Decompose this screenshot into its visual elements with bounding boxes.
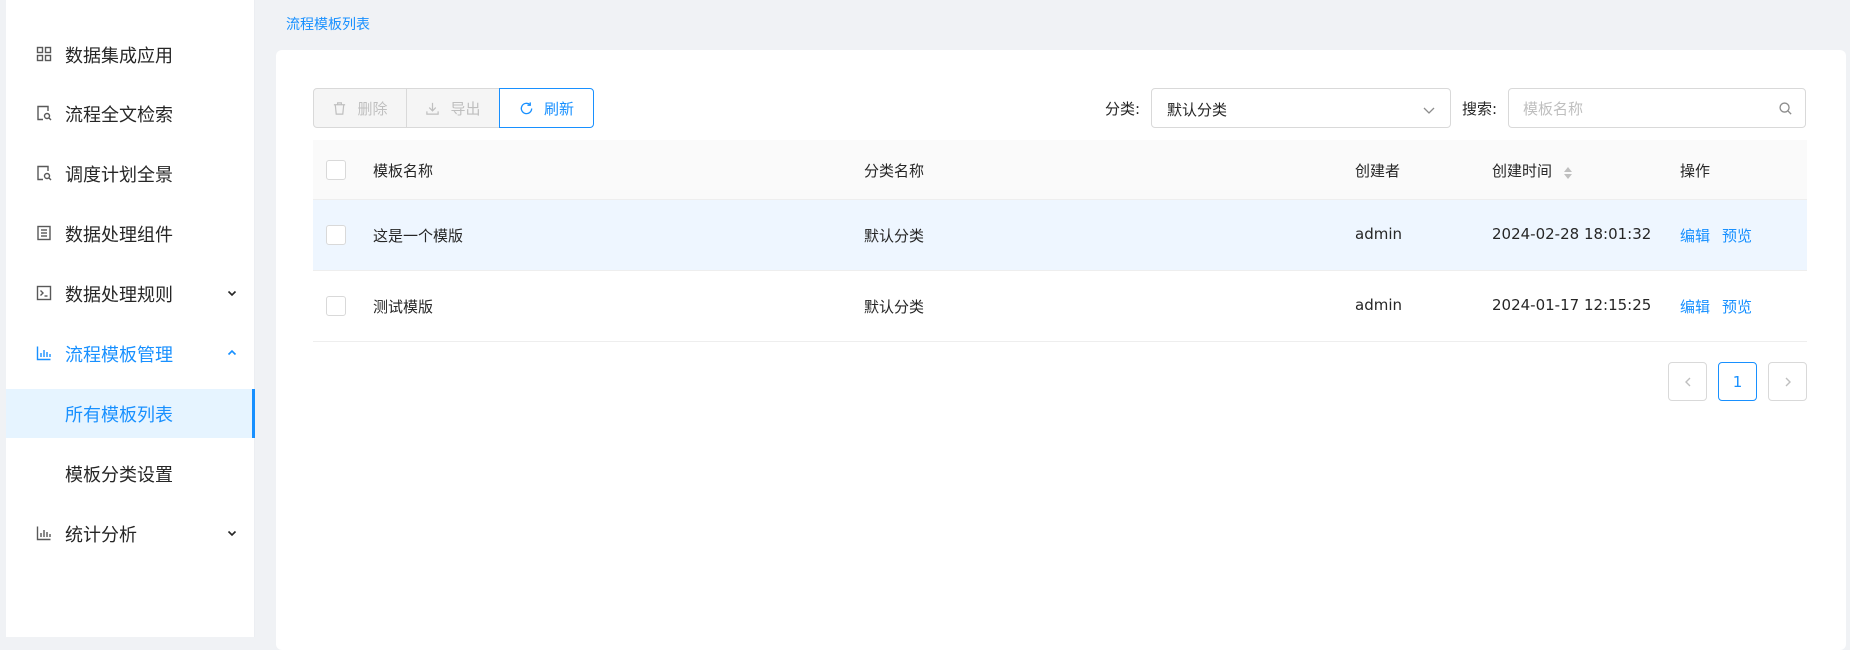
row-checkbox[interactable] [326, 296, 346, 316]
search-icon[interactable] [1778, 101, 1793, 116]
sidebar-item-label: 流程全文检索 [65, 104, 173, 126]
cell-creator: admin [1355, 296, 1402, 314]
edit-link[interactable]: 编辑 [1680, 296, 1710, 317]
delete-button[interactable]: 删除 [313, 88, 407, 128]
bar-chart-icon [36, 346, 51, 361]
sidebar: 数据集成应用 流程全文检索 调度计划全景 数据处理组件 数据处理规则 流程模板管… [0, 0, 255, 637]
download-icon [426, 102, 440, 115]
sidebar-item-schedule-overview[interactable]: 调度计划全景 [6, 149, 254, 198]
sidebar-item-processing-rules[interactable]: 数据处理规则 [6, 269, 254, 318]
preview-link[interactable]: 预览 [1722, 296, 1752, 317]
cell-template-name: 测试模版 [373, 298, 434, 316]
export-button[interactable]: 导出 [406, 88, 500, 128]
refresh-button[interactable]: 刷新 [499, 88, 594, 128]
refresh-icon [520, 101, 533, 114]
sidebar-item-label: 流程模板管理 [65, 344, 173, 366]
column-header-category-name: 分类名称 [864, 162, 925, 180]
search-input[interactable] [1523, 98, 1763, 120]
sidebar-item-statistics[interactable]: 统计分析 [6, 509, 254, 558]
category-select-value: 默认分类 [1167, 101, 1228, 119]
column-header-created-time[interactable]: 创建时间 [1492, 160, 1552, 181]
sidebar-subitem-template-category-settings[interactable]: 模板分类设置 [6, 449, 255, 498]
sidebar-subitem-label: 模板分类设置 [65, 464, 173, 486]
row-checkbox[interactable] [326, 225, 346, 245]
sort-icon[interactable] [1563, 164, 1573, 182]
chevron-down-icon [1423, 107, 1435, 114]
search-box [1508, 88, 1806, 128]
table-row[interactable]: 测试模版 默认分类 admin 2024-01-17 12:15:25 编辑 预… [313, 271, 1807, 342]
chevron-down-icon [227, 290, 237, 297]
bar-chart-icon [36, 526, 51, 541]
prev-page-button[interactable] [1668, 362, 1707, 401]
delete-button-label: 删除 [357, 99, 388, 118]
doc-search-icon [37, 165, 52, 181]
sidebar-item-processing-components[interactable]: 数据处理组件 [6, 209, 254, 258]
sidebar-item-label: 统计分析 [65, 524, 137, 546]
chevron-down-icon [227, 530, 237, 537]
table-row[interactable]: 这是一个模版 默认分类 admin 2024-02-28 18:01:32 编辑… [313, 200, 1807, 271]
cell-category-name: 默认分类 [864, 298, 925, 316]
cell-created-time: 2024-01-17 12:15:25 [1492, 296, 1652, 314]
category-select[interactable]: 默认分类 [1151, 88, 1451, 128]
preview-link[interactable]: 预览 [1722, 225, 1752, 246]
sidebar-subitem-all-templates[interactable]: 所有模板列表 [6, 389, 255, 438]
sidebar-item-label: 数据集成应用 [65, 45, 173, 67]
grid-icon [36, 46, 52, 62]
chevron-left-icon [1684, 377, 1690, 386]
sidebar-item-fulltext-search[interactable]: 流程全文检索 [6, 89, 254, 138]
sidebar-item-data-integration[interactable]: 数据集成应用 [6, 30, 254, 79]
column-header-creator: 创建者 [1355, 162, 1401, 180]
table-header: 模板名称 分类名称 创建者 创建时间 操作 [313, 140, 1807, 200]
cell-creator: admin [1355, 225, 1402, 243]
column-header-template-name: 模板名称 [373, 162, 434, 180]
export-button-label: 导出 [450, 99, 481, 118]
column-header-actions: 操作 [1680, 162, 1711, 180]
cell-template-name: 这是一个模版 [373, 227, 464, 245]
trash-icon [334, 101, 346, 115]
sidebar-item-label: 数据处理组件 [65, 224, 173, 246]
sidebar-subitem-label: 所有模板列表 [65, 404, 173, 426]
next-page-button[interactable] [1768, 362, 1807, 401]
list-doc-icon [37, 225, 51, 241]
doc-search-icon [37, 105, 52, 121]
select-all-checkbox[interactable] [326, 160, 346, 180]
sidebar-item-template-management[interactable]: 流程模板管理 [6, 329, 254, 378]
cell-category-name: 默认分类 [864, 227, 925, 245]
breadcrumb[interactable]: 流程模板列表 [286, 14, 370, 34]
main-panel: 删除 导出 刷新 分类: 默认分类 搜索: 模板名称 分类名称 创建者 创建时 [276, 50, 1846, 650]
page-1-button[interactable]: 1 [1718, 362, 1757, 401]
search-label: 搜索: [1462, 100, 1498, 118]
category-filter-label: 分类: [1105, 100, 1141, 118]
edit-link[interactable]: 编辑 [1680, 225, 1710, 246]
chevron-up-icon [227, 349, 237, 356]
sidebar-item-label: 调度计划全景 [65, 164, 173, 186]
chevron-right-icon [1785, 377, 1791, 386]
cell-created-time: 2024-02-28 18:01:32 [1492, 225, 1652, 243]
sidebar-item-label: 数据处理规则 [65, 284, 173, 306]
refresh-button-label: 刷新 [543, 99, 574, 118]
terminal-icon [36, 285, 52, 301]
